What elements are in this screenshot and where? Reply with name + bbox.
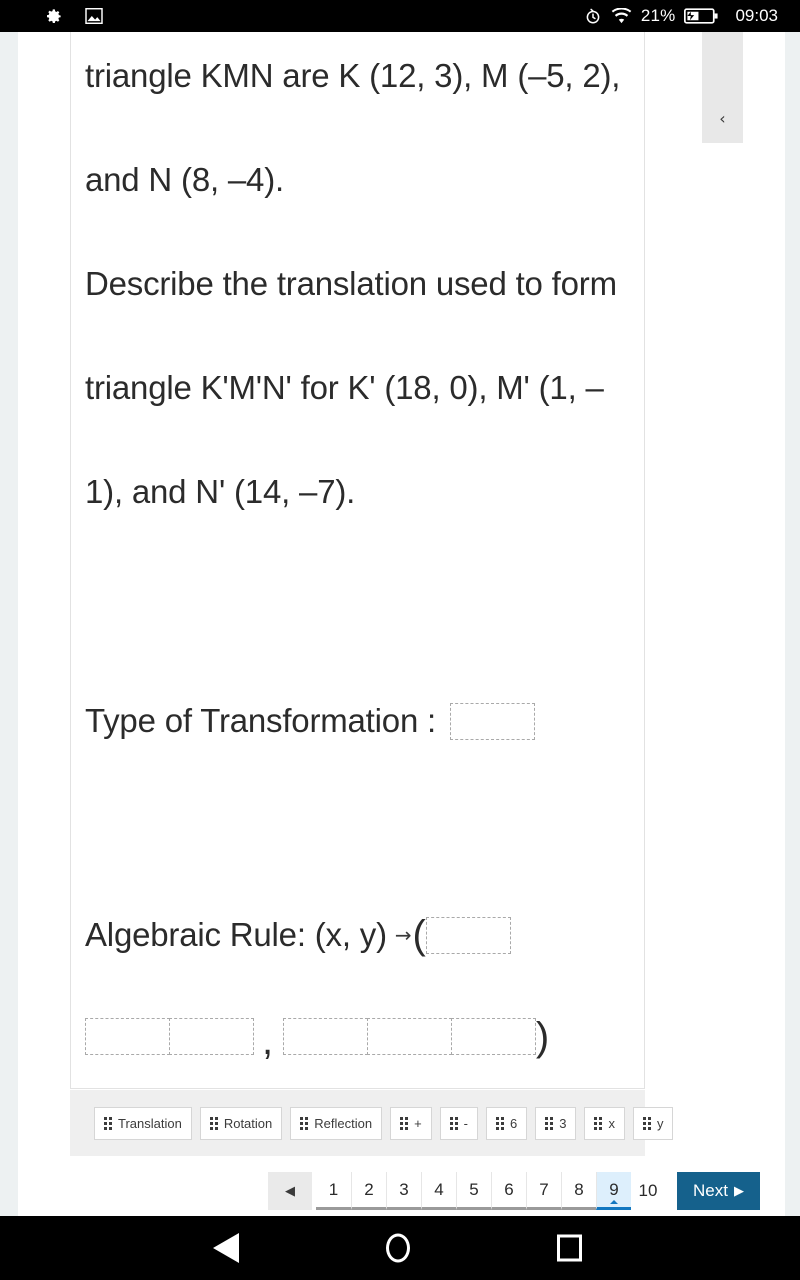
pagination-page-9-current[interactable]: 9 [596, 1172, 631, 1210]
pagination-page-8[interactable]: 8 [561, 1172, 596, 1210]
home-icon[interactable] [386, 1233, 410, 1263]
status-bar-right-icons: 21% 09:03 [584, 6, 778, 26]
algebraic-rule-label: Algebraic Rule: (x, y) [85, 916, 387, 953]
gear-icon [44, 7, 63, 26]
status-bar-clock: 09:03 [735, 6, 778, 25]
pagination-page-1[interactable]: 1 [316, 1172, 351, 1210]
answer-dropzone-5[interactable] [450, 1018, 536, 1055]
phone-screen: 21% 09:03 ‹ triangle KMN are K (12, 3), … [0, 0, 800, 1280]
token-y[interactable]: y [632, 1106, 674, 1140]
token-label: x [608, 1115, 615, 1131]
battery-percent: 21% [640, 6, 676, 25]
answer-token-tray: Translation Rotation Reflection + - 6 3 … [70, 1090, 674, 1156]
answer-dropzone-1[interactable] [85, 1018, 170, 1055]
token-x[interactable]: x [584, 1106, 625, 1140]
token-translation[interactable]: Translation [94, 1106, 192, 1140]
transformation-type-label: Type of Transformation : [85, 702, 437, 739]
question-paragraph-1: triangle KMN are K (12, 3), M (–5, 2), a… [85, 57, 621, 198]
drag-handle-icon [400, 1116, 409, 1130]
android-nav-bar [0, 1216, 800, 1280]
token-six[interactable]: 6 [486, 1106, 528, 1140]
pagination-page-5[interactable]: 5 [456, 1172, 491, 1210]
chevron-left-icon: ‹ [719, 109, 726, 128]
battery-charging-icon [684, 7, 719, 25]
transformation-type-dropzone[interactable] [450, 702, 536, 740]
pagination-page-6[interactable]: 6 [491, 1172, 526, 1210]
triangle-right-icon: ▶ [733, 1183, 744, 1199]
wifi-icon [611, 8, 632, 24]
drag-handle-icon [449, 1116, 458, 1130]
pagination-prev-button[interactable]: ◀ [268, 1172, 312, 1210]
pagination-page-3[interactable]: 3 [386, 1172, 421, 1210]
pagination-page-2[interactable]: 2 [351, 1172, 386, 1210]
token-label: + [414, 1115, 422, 1131]
algebraic-rule-answer-row: , ) [85, 1014, 550, 1061]
pagination: ◀ 1 2 3 4 5 6 7 8 9 10 Next ▶ [268, 1172, 760, 1210]
token-label: - [463, 1115, 468, 1131]
answer-dropzone-4[interactable] [366, 1018, 452, 1055]
page-body: ‹ triangle KMN are K (12, 3), M (–5, 2),… [0, 32, 800, 1216]
left-gutter [0, 32, 18, 1216]
drag-handle-icon [209, 1116, 218, 1130]
token-label: 6 [510, 1115, 518, 1131]
answer-dropzone-3[interactable] [282, 1018, 368, 1055]
drag-handle-icon [300, 1116, 309, 1130]
drag-handle-icon [594, 1116, 603, 1130]
open-paren: ( [412, 913, 426, 957]
alarm-icon [584, 7, 602, 25]
token-rotation[interactable]: Rotation [199, 1106, 283, 1140]
token-reflection[interactable]: Reflection [290, 1106, 383, 1140]
arrow-right-icon: → [394, 923, 412, 947]
collapse-sidebar-button[interactable]: ‹ [702, 32, 743, 143]
pagination-page-7[interactable]: 7 [526, 1172, 561, 1210]
drag-handle-icon [642, 1116, 651, 1130]
token-three[interactable]: 3 [535, 1106, 577, 1140]
token-label: Rotation [223, 1115, 273, 1131]
token-minus[interactable]: - [439, 1106, 478, 1140]
drag-handle-icon [545, 1116, 554, 1130]
algebraic-rule-row: Algebraic Rule: (x, y) → ( [85, 913, 511, 957]
recents-icon[interactable] [557, 1234, 582, 1262]
token-label: y [656, 1115, 664, 1131]
token-label: Reflection [314, 1115, 373, 1131]
right-gutter [785, 32, 800, 1216]
pagination-page-4[interactable]: 4 [421, 1172, 456, 1210]
question-paragraph-2: Describe the translation used to form tr… [85, 265, 617, 510]
next-button[interactable]: Next ▶ [677, 1172, 760, 1210]
token-label: Translation [118, 1115, 182, 1131]
drag-handle-icon [104, 1116, 112, 1130]
token-label: 3 [559, 1115, 567, 1131]
answer-dropzone-2[interactable] [169, 1018, 254, 1055]
back-icon[interactable] [213, 1233, 239, 1263]
rule-dropzone-0[interactable] [425, 916, 511, 954]
transformation-type-row: Type of Transformation : [85, 702, 536, 740]
drag-handle-icon [496, 1116, 504, 1130]
answer-comma: , [262, 1018, 273, 1063]
token-plus[interactable]: + [390, 1106, 432, 1140]
answer-dropzone-group-y [282, 1018, 536, 1055]
answer-dropzone-group-x [85, 1018, 254, 1055]
pagination-page-10[interactable]: 10 [631, 1172, 665, 1210]
close-paren: ) [535, 1014, 550, 1059]
question-card: triangle KMN are K (12, 3), M (–5, 2), a… [70, 32, 645, 1089]
next-button-label: Next [693, 1181, 728, 1200]
status-bar-left-icons [44, 7, 103, 26]
image-icon [85, 8, 103, 24]
